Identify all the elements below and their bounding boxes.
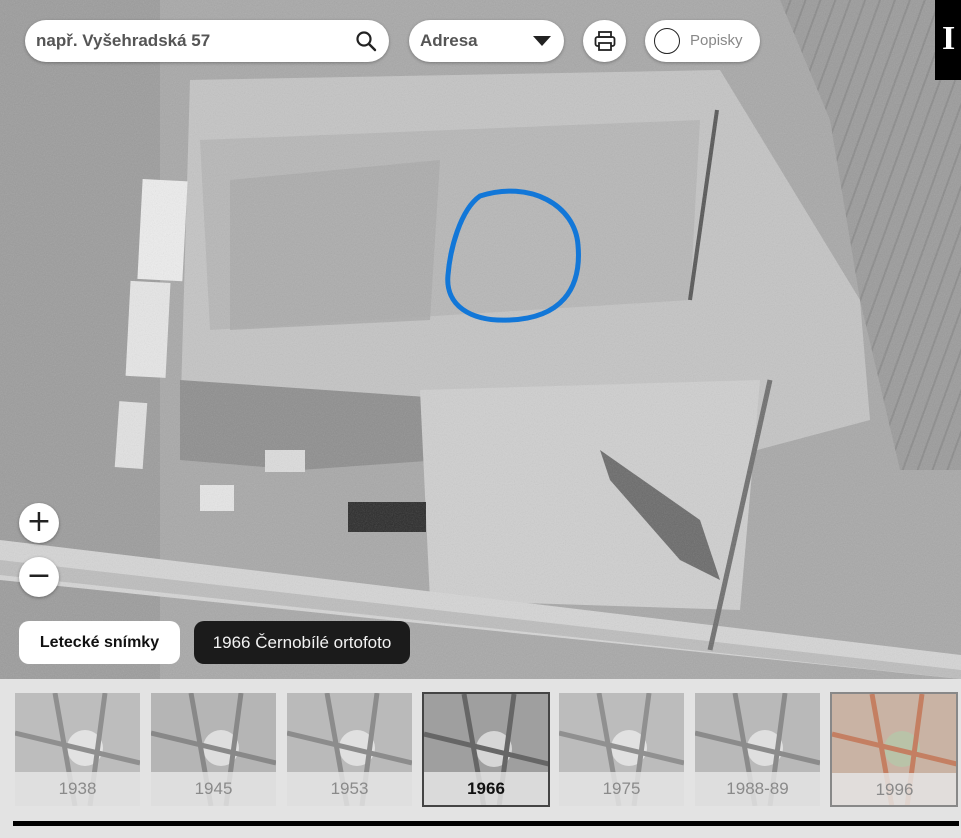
timeline-thumb-1938[interactable]: 1938 xyxy=(15,693,140,806)
search-type-value: Adresa xyxy=(420,31,478,50)
aerial-photo-1966 xyxy=(0,0,961,679)
search-input[interactable] xyxy=(36,20,346,62)
labels-toggle-label: Popisky xyxy=(690,32,743,49)
timeline-scrollbar[interactable] xyxy=(13,821,959,826)
timeline-year-label: 1966 xyxy=(424,772,548,805)
print-button[interactable] xyxy=(583,20,626,62)
timeline-year-label: 1945 xyxy=(151,772,276,806)
info-label: I xyxy=(942,20,956,57)
info-button[interactable]: I xyxy=(935,0,961,80)
timeline-thumb-1966[interactable]: 1966 xyxy=(422,692,550,807)
aerial-photos-label: Letecké snímky xyxy=(39,634,160,651)
zoom-out-button[interactable]: − xyxy=(19,557,59,597)
address-search-box[interactable] xyxy=(25,20,389,62)
timeline-year-label: 1953 xyxy=(287,772,412,806)
current-layer-badge: 1966 Černobílé ortofoto xyxy=(194,621,410,664)
timeline-thumb-1988-89[interactable]: 1988-89 xyxy=(695,693,820,806)
search-icon[interactable] xyxy=(355,30,377,52)
chevron-down-icon xyxy=(533,36,551,46)
timeline-year-label: 1975 xyxy=(559,772,684,806)
timeline-year-label: 1996 xyxy=(832,773,956,805)
year-timeline: 1938 1945 1953 1966 1975 1988-89 1996 xyxy=(0,679,961,838)
printer-icon xyxy=(594,31,616,51)
aerial-map[interactable] xyxy=(0,0,961,679)
radio-circle-icon xyxy=(654,28,680,54)
zoom-in-button[interactable]: + xyxy=(19,503,59,543)
timeline-year-label: 1988-89 xyxy=(695,772,820,806)
labels-toggle[interactable]: Popisky xyxy=(645,20,760,62)
aerial-photos-button[interactable]: Letecké snímky xyxy=(19,621,180,664)
search-type-select[interactable]: Adresa xyxy=(409,20,564,62)
timeline-thumb-1945[interactable]: 1945 xyxy=(151,693,276,806)
timeline-year-label: 1938 xyxy=(15,772,140,806)
current-layer-label: 1966 Černobílé ortofoto xyxy=(212,633,392,652)
timeline-thumb-1953[interactable]: 1953 xyxy=(287,693,412,806)
timeline-thumb-1975[interactable]: 1975 xyxy=(559,693,684,806)
timeline-thumb-1996[interactable]: 1996 xyxy=(830,692,958,807)
